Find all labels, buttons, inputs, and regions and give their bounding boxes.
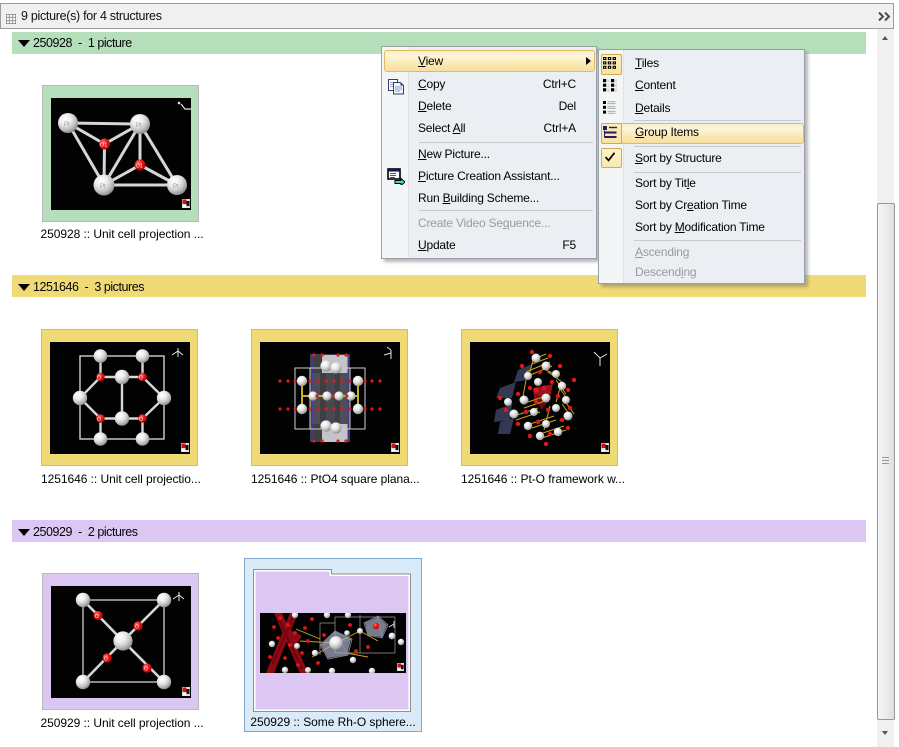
svg-text:O: O bbox=[144, 667, 148, 673]
svg-text:Pt: Pt bbox=[100, 184, 106, 190]
svg-text:O: O bbox=[95, 614, 99, 620]
svg-text:O: O bbox=[139, 417, 143, 423]
svg-text:O1: O1 bbox=[100, 143, 107, 149]
svg-text:O: O bbox=[97, 376, 101, 382]
svg-text:O: O bbox=[104, 657, 108, 663]
svg-text:O: O bbox=[97, 417, 101, 423]
svg-text:Pt: Pt bbox=[173, 184, 179, 190]
svg-text:Pt: Pt bbox=[136, 123, 142, 129]
svg-text:O1: O1 bbox=[136, 164, 143, 170]
svg-text:O: O bbox=[139, 376, 143, 382]
svg-text:O: O bbox=[135, 625, 139, 631]
svg-text:Pt: Pt bbox=[64, 122, 70, 128]
